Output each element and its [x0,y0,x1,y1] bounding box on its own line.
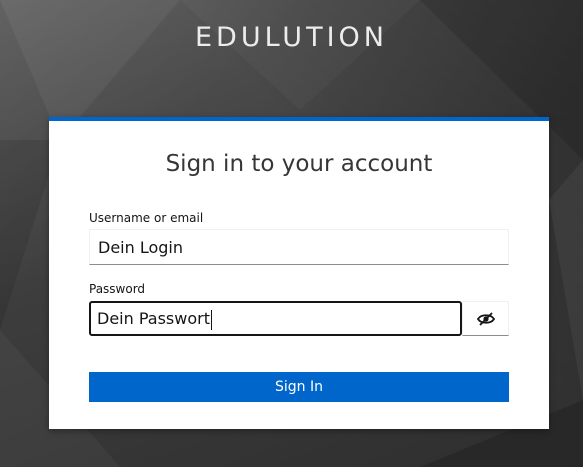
password-label: Password [89,282,146,296]
login-card: Sign in to your account Username or emai… [49,117,549,429]
eye-slash-icon [476,311,495,326]
sign-in-button[interactable]: Sign In [89,372,509,402]
username-label: Username or email [89,211,204,225]
password-input[interactable] [89,301,462,336]
brand-logo-text: EDULUTION [195,22,388,53]
username-input[interactable] [89,229,509,265]
toggle-password-visibility-button[interactable] [462,301,509,336]
login-title: Sign in to your account [165,151,433,177]
